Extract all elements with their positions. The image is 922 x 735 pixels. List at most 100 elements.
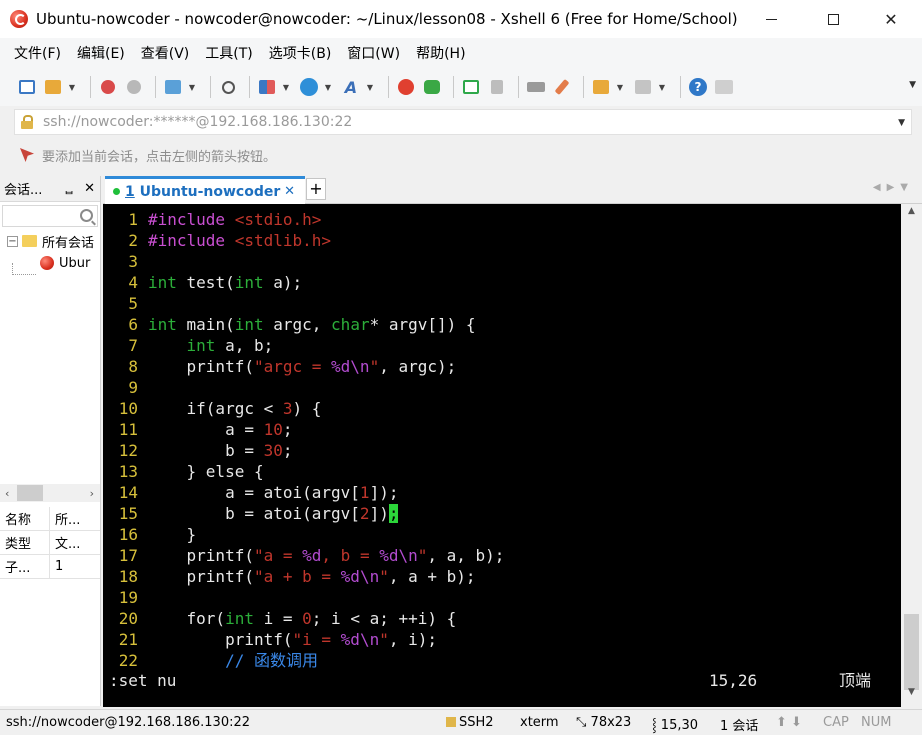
text-cursor: ; xyxy=(388,504,399,523)
title-bar: Ubuntu-nowcoder - nowcoder@nowcoder: ~/L… xyxy=(0,0,922,38)
font-icon[interactable]: A xyxy=(340,76,362,98)
sessions-title: 会话... xyxy=(4,183,43,198)
minimize-icon xyxy=(765,18,777,20)
chat-icon[interactable] xyxy=(713,76,735,98)
status-sessions: 1 会话 xyxy=(720,719,759,734)
font-dropdown-icon[interactable]: ▼ xyxy=(366,76,374,98)
hint-text: 要添加当前会话，点击左侧的箭头按钮。 xyxy=(42,149,277,165)
tree-folder-all-sessions[interactable]: − 所有会话 xyxy=(0,230,100,252)
menu-window[interactable]: 窗口(W) xyxy=(347,43,400,63)
code-line: 5 xyxy=(128,294,138,313)
property-value: 所... xyxy=(55,513,81,528)
terminal[interactable]: 1 #include <stdio.h> 2 #include <stdlib.h>… xyxy=(103,204,901,707)
tab-navigation-icons[interactable]: ◀▶▼ xyxy=(873,182,914,193)
vim-cursor-position: 15,26 xyxy=(709,671,758,690)
hint-bar: 要添加当前会话，点击左侧的箭头按钮。 xyxy=(14,142,912,168)
address-input[interactable]: ssh://nowcoder:******@192.168.186.130:22 xyxy=(43,114,352,130)
property-row: 名称 所... xyxy=(0,507,100,531)
session-properties: 名称 所... 类型 文... 子... 1 xyxy=(0,507,100,579)
code-line: 11 a = 10; xyxy=(118,420,293,439)
menu-view[interactable]: 查看(V) xyxy=(141,43,190,63)
xshell-app-icon[interactable] xyxy=(10,10,28,28)
sessions-header: 会话... ᆸ ✕ xyxy=(0,176,100,202)
disconnect-icon[interactable] xyxy=(123,76,145,98)
close-window-button[interactable]: ✕ xyxy=(868,0,914,38)
toolbar-separator xyxy=(249,76,250,98)
close-icon: ✕ xyxy=(884,9,898,29)
scroll-thumb[interactable] xyxy=(904,614,919,690)
terminal-scrollbar[interactable]: ▲ ▼ xyxy=(901,204,922,707)
scroll-up-icon[interactable]: ▲ xyxy=(901,206,922,224)
new-tab-button[interactable]: + xyxy=(306,178,326,200)
terminal-size-text: 78x23 xyxy=(590,715,632,730)
highlight-icon[interactable] xyxy=(551,76,573,98)
scroll-left-icon[interactable]: ‹ xyxy=(5,487,9,500)
connect-icon[interactable] xyxy=(97,76,119,98)
tab-close-icon[interactable]: ✕ xyxy=(284,184,295,199)
open-folder-icon[interactable] xyxy=(42,76,64,98)
status-bar: ssh://nowcoder@192.168.186.130:22 SSH2 x… xyxy=(0,709,922,735)
close-panel-icon[interactable]: ✕ xyxy=(84,181,95,196)
pin-icon[interactable]: ᆸ xyxy=(64,181,74,197)
resize-icon: ⤡ xyxy=(576,715,591,730)
scroll-right-icon[interactable]: › xyxy=(90,487,94,500)
help-icon[interactable]: ? xyxy=(687,76,709,98)
code-line: 19 xyxy=(118,588,138,607)
globe-icon[interactable] xyxy=(298,76,320,98)
menu-tab[interactable]: 选项卡(B) xyxy=(269,43,332,63)
xftp-icon[interactable] xyxy=(421,76,443,98)
tab-number: 1 xyxy=(125,183,135,200)
properties-dropdown-icon[interactable]: ▼ xyxy=(188,76,196,98)
tab-ubuntu-nowcoder[interactable]: 1 Ubuntu-nowcoder ✕ xyxy=(105,176,305,204)
address-bar[interactable]: ssh://nowcoder:******@192.168.186.130:22… xyxy=(14,109,912,135)
status-cursor: ⸾ 15,30 xyxy=(652,715,698,733)
globe-dropdown-icon[interactable]: ▼ xyxy=(324,76,332,98)
new-session-icon[interactable] xyxy=(16,76,38,98)
find-icon[interactable] xyxy=(217,76,239,98)
code-line: 20 for(int i = 0; i < a; ++i) { xyxy=(118,609,457,628)
code-line: 18 printf("a + b = %d\n", a + b); xyxy=(118,567,476,586)
keyboard-icon[interactable] xyxy=(525,76,547,98)
property-row: 类型 文... xyxy=(0,531,100,555)
tile-dropdown-icon[interactable]: ▼ xyxy=(658,76,666,98)
address-dropdown-icon[interactable]: ▼ xyxy=(898,118,905,128)
menu-edit[interactable]: 编辑(E) xyxy=(77,43,125,63)
code-line: 12 b = 30; xyxy=(118,441,293,460)
collapse-icon[interactable]: − xyxy=(7,235,18,247)
scroll-down-icon[interactable]: ▼ xyxy=(901,687,922,705)
code-line: 7 int a, b; xyxy=(128,336,274,355)
lock-icon[interactable] xyxy=(486,76,508,98)
layout-icon[interactable] xyxy=(256,76,278,98)
maximize-button[interactable] xyxy=(810,0,856,38)
folder-dropdown-icon[interactable]: ▼ xyxy=(616,76,624,98)
toolbar-separator xyxy=(453,76,454,98)
arrow-icon[interactable] xyxy=(20,148,34,162)
session-label: Ubur xyxy=(59,255,91,271)
code-line: 16 } xyxy=(118,525,197,544)
xshell-icon[interactable] xyxy=(395,76,417,98)
property-value: 1 xyxy=(55,559,64,574)
status-terminal-size: ⤡ 78x23 xyxy=(576,715,631,730)
code-line: 22 // 函数调用 xyxy=(118,651,318,670)
menu-bar: 文件(F) 编辑(E) 查看(V) 工具(T) 选项卡(B) 窗口(W) 帮助(… xyxy=(0,38,922,68)
sessions-horizontal-scrollbar[interactable]: ‹ › xyxy=(0,484,100,502)
session-search-input[interactable] xyxy=(2,205,98,227)
search-icon[interactable] xyxy=(80,209,93,222)
code-line: 4 int test(int a); xyxy=(128,273,303,292)
folder-label: 所有会话 xyxy=(42,235,95,251)
tile-icon[interactable] xyxy=(632,76,654,98)
status-connection: ssh://nowcoder@192.168.186.130:22 xyxy=(6,715,251,730)
add-folder-icon[interactable] xyxy=(590,76,612,98)
tree-connector xyxy=(12,263,36,275)
menu-help[interactable]: 帮助(H) xyxy=(416,43,465,63)
menu-tools[interactable]: 工具(T) xyxy=(205,43,252,63)
toolbar-expand-icon[interactable]: ▼ xyxy=(909,80,916,90)
code-line: 15 b = atoi(argv[2]); xyxy=(118,504,399,523)
layout-dropdown-icon[interactable]: ▼ xyxy=(282,76,290,98)
minimize-button[interactable] xyxy=(748,0,794,38)
properties-icon[interactable] xyxy=(162,76,184,98)
open-dropdown-icon[interactable]: ▼ xyxy=(68,76,76,98)
fullscreen-icon[interactable] xyxy=(460,76,482,98)
menu-file[interactable]: 文件(F) xyxy=(14,43,61,63)
scroll-thumb[interactable] xyxy=(17,485,44,501)
